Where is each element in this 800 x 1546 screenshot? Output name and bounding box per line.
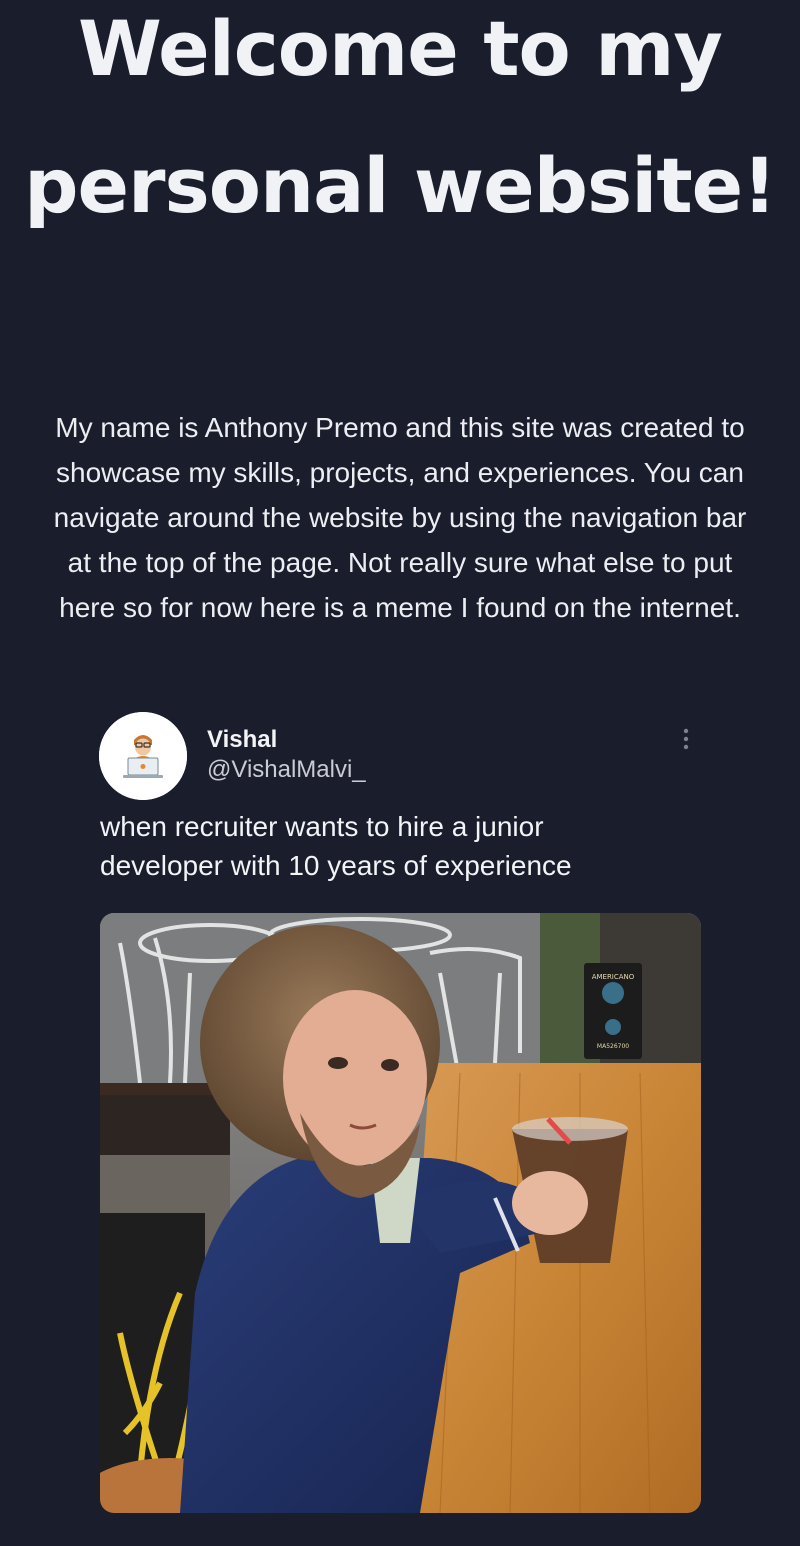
sign-title: AMERICANO xyxy=(592,973,635,981)
page-title: Welcome to my personal website! xyxy=(24,4,777,230)
tweet-author-name[interactable]: Vishal xyxy=(207,726,277,754)
developer-avatar-icon xyxy=(99,712,187,800)
intro-paragraph: My name is Anthony Premo and this site w… xyxy=(53,412,747,623)
tweet-text: when recruiter wants to hire a junior de… xyxy=(100,811,572,881)
more-vertical-icon xyxy=(683,728,689,750)
tweet-author-handle[interactable]: @VishalMalvi_ xyxy=(207,756,366,784)
sign-code: MA526700 xyxy=(597,1043,629,1050)
tweet-media-image[interactable]: AMERICANO MA526700 xyxy=(100,913,701,1513)
meme-photo: AMERICANO MA526700 xyxy=(100,913,701,1513)
avatar[interactable] xyxy=(99,712,187,800)
tweet-more-button[interactable] xyxy=(676,724,696,754)
embedded-tweet[interactable]: Vishal @VishalMalvi_ when recruiter want… xyxy=(80,700,720,1530)
